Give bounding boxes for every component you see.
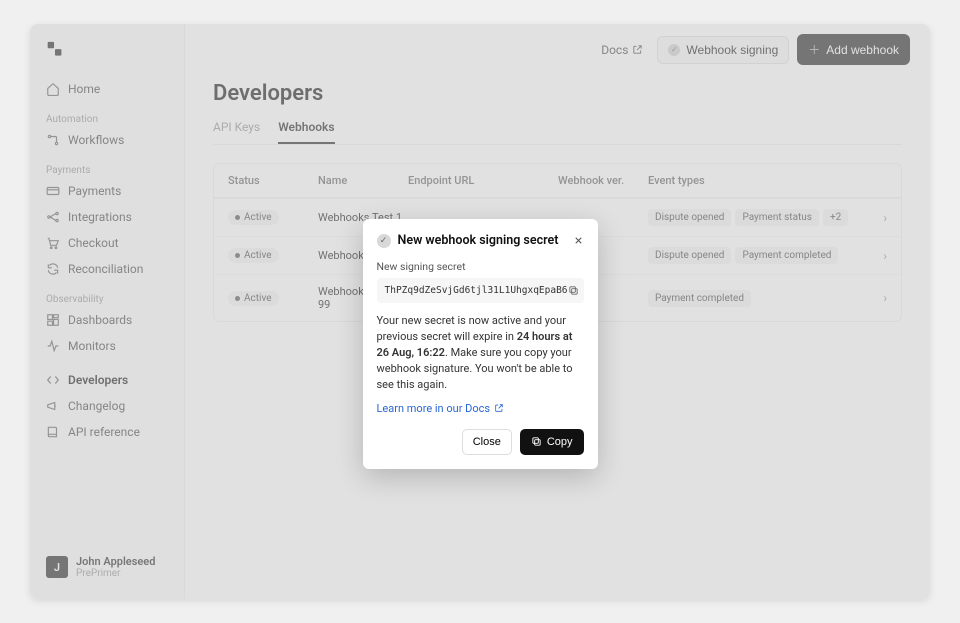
copy-icon xyxy=(531,436,542,447)
modal-overlay: ✓ New webhook signing secret New signing… xyxy=(30,24,930,599)
external-link-icon xyxy=(494,403,504,413)
modal: ✓ New webhook signing secret New signing… xyxy=(363,219,598,469)
copy-button[interactable]: Copy xyxy=(520,429,584,455)
secret-value: ThPZq9dZeSvjGd6tjl31L1UhgxqEpaB6 xyxy=(385,285,568,296)
modal-title: New webhook signing secret xyxy=(398,233,566,248)
check-circle-icon: ✓ xyxy=(377,234,391,248)
field-label: New signing secret xyxy=(377,260,584,273)
modal-body: Your new secret is now active and your p… xyxy=(377,313,584,393)
copy-inline-icon[interactable] xyxy=(568,285,579,296)
close-icon[interactable] xyxy=(573,235,584,246)
learn-more-link[interactable]: Learn more in our Docs xyxy=(377,402,505,415)
close-button[interactable]: Close xyxy=(462,429,512,455)
secret-box: ThPZq9dZeSvjGd6tjl31L1UhgxqEpaB6 xyxy=(377,278,584,303)
